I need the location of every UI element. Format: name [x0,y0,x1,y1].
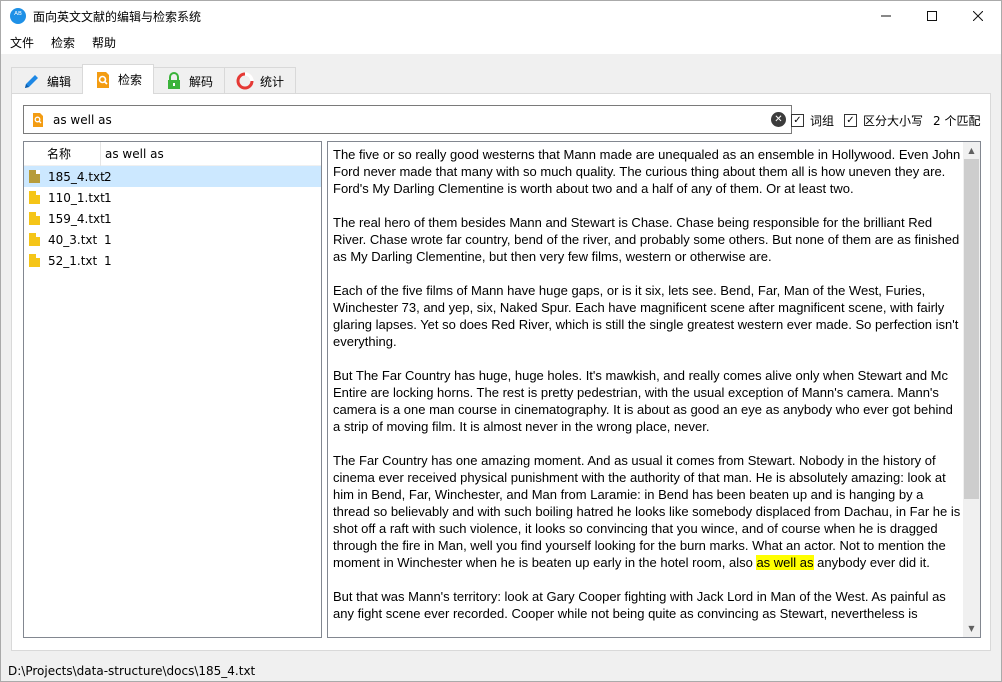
paragraph: But that was Mann's territory: look at G… [333,589,946,621]
whole-word-option[interactable]: ✓ 词组 [791,112,834,129]
scroll-down-button[interactable]: ▼ [963,620,980,637]
text-run: The Far Country has one amazing moment. … [333,453,961,570]
menu-search[interactable]: 检索 [42,34,83,51]
match-count-cell: 1 [104,253,112,268]
file-icon [29,170,40,183]
file-name: 159_4.txt [48,211,105,226]
tab-search-label: 检索 [118,73,143,87]
match-count-cell: 1 [104,232,112,247]
tab-strip: 编辑 检索 解码 统计 [11,64,297,94]
file-list-header: 名称 as well as [24,141,321,166]
menu-file[interactable]: 文件 [1,34,42,51]
file-name: 185_4.txt [48,169,105,184]
window-title: 面向英文文献的编辑与检索系统 [33,9,202,24]
app-window: ᴬᴮ 面向英文文献的编辑与检索系统 文件 检索 帮助 编辑 检索 解码 统计 a… [0,0,1002,682]
minimize-icon [881,15,891,17]
match-count-cell: 1 [104,190,112,205]
match-count: 2 个匹配 [933,114,981,128]
file-name: 110_1.txt [48,190,105,205]
close-button[interactable] [955,1,1001,31]
tab-edit[interactable]: 编辑 [11,67,84,94]
close-icon [973,11,983,21]
column-header-name[interactable]: 名称 [24,141,101,166]
text-run: anybody ever did it. [813,555,930,570]
case-sensitive-label: 区分大小写 [863,114,924,128]
maximize-button[interactable] [909,1,955,31]
search-panel: ✕ ✓ 词组 ✓ 区分大小写 2 个匹配 名称 as well as 185_4… [11,93,991,651]
whole-word-label: 词组 [810,114,835,128]
title-bar: ᴬᴮ 面向英文文献的编辑与检索系统 [1,1,1001,31]
document-view[interactable]: The five or so really good westerns that… [327,141,981,638]
list-item[interactable]: 159_4.txt 1 [24,208,321,229]
paragraph: But The Far Country has huge, huge holes… [333,368,953,434]
window-controls [863,1,1001,31]
pie-chart-icon [236,72,254,90]
tab-search[interactable]: 检索 [82,64,155,94]
search-box: ✕ [23,105,792,134]
clear-search-button[interactable]: ✕ [771,112,786,127]
list-item[interactable]: 52_1.txt 1 [24,250,321,271]
file-icon [29,233,40,246]
tab-stats-label: 统计 [260,74,285,89]
status-bar: D:\Projects\data-structure\docs\185_4.tx… [1,660,1001,682]
case-sensitive-option[interactable]: ✓ 区分大小写 [844,112,923,129]
paragraph: The Far Country has one amazing moment. … [333,452,961,571]
file-icon [29,254,40,267]
paragraph: Each of the five films of Mann have huge… [333,283,959,349]
file-icon [29,212,40,225]
minimize-button[interactable] [863,1,909,31]
pencil-icon [23,72,41,90]
file-name: 40_3.txt [48,232,98,247]
tab-decode-label: 解码 [189,74,214,89]
file-icon [29,191,40,204]
list-item[interactable]: 110_1.txt 1 [24,187,321,208]
lock-icon [165,72,183,90]
paragraph: The real hero of them besides Mann and S… [333,215,960,264]
scroll-up-button[interactable]: ▲ [963,142,980,159]
menu-bar: 文件 检索 帮助 [1,31,1001,55]
vertical-scrollbar[interactable]: ▲ ▼ [963,142,980,637]
document-text[interactable]: The five or so really good westerns that… [333,146,961,636]
search-input[interactable] [53,112,743,127]
column-header-count[interactable]: as well as [101,147,164,161]
status-file-path: D:\Projects\data-structure\docs\185_4.tx… [8,664,256,678]
whole-word-checkbox[interactable]: ✓ [791,114,804,127]
chevron-up-icon: ▲ [968,146,975,155]
match-count-cell: 2 [104,169,112,184]
tab-decode[interactable]: 解码 [153,67,226,94]
menu-help[interactable]: 帮助 [83,34,124,51]
paragraph: The five or so really good westerns that… [333,147,961,196]
maximize-icon [927,11,937,21]
list-item[interactable]: 185_4.txt 2 [24,166,321,187]
result-file-list[interactable]: 名称 as well as 185_4.txt 2 110_1.txt 1 15… [23,141,322,638]
chevron-down-icon: ▼ [968,624,975,633]
match-count-cell: 1 [104,211,112,226]
search-icon [33,112,43,127]
file-name: 52_1.txt [48,253,98,268]
app-logo-icon: ᴬᴮ [10,8,26,24]
search-highlight: as well as [756,555,814,570]
search-document-icon [94,71,112,89]
clear-icon: ✕ [774,113,783,125]
scrollbar-thumb[interactable] [964,159,979,499]
list-item[interactable]: 40_3.txt 1 [24,229,321,250]
case-sensitive-checkbox[interactable]: ✓ [844,114,857,127]
tab-edit-label: 编辑 [47,74,72,89]
tab-stats[interactable]: 统计 [224,67,297,94]
